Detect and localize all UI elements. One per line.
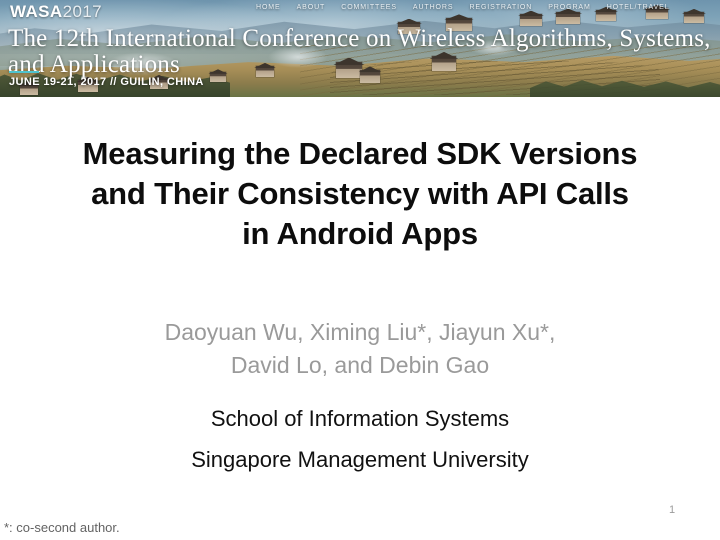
nav-item-hotel-travel[interactable]: HOTEL/TRAVEL bbox=[607, 4, 670, 11]
footnote: *: co-second author. bbox=[4, 520, 120, 535]
affiliation-school: School of Information Systems bbox=[210, 406, 510, 431]
wasa-logo-name: WASA bbox=[10, 2, 63, 21]
affiliation: School of Information Systems Singapore … bbox=[60, 398, 660, 480]
author-line-1: Daoyuan Wu, Ximing Liu*, Jiayun Xu*, bbox=[164, 319, 556, 345]
banner-village-house bbox=[556, 12, 580, 24]
conference-date-location: JUNE 19-21, 2017 // GUILIN, CHINA bbox=[9, 76, 204, 88]
affiliation-university: Singapore Management University bbox=[191, 447, 529, 472]
wasa-logo[interactable]: WASA2017 bbox=[10, 2, 102, 22]
nav-item-home[interactable]: HOME bbox=[256, 4, 281, 11]
conference-title: The 12th International Conference on Wir… bbox=[8, 25, 711, 78]
wasa-logo-year: 2017 bbox=[62, 2, 103, 21]
slide-title-line-3: in Android Apps bbox=[242, 216, 478, 251]
nav-item-authors[interactable]: AUTHORS bbox=[413, 4, 454, 11]
slide-title: Measuring the Declared SDK Versions and … bbox=[30, 134, 690, 254]
banner-village-house bbox=[684, 12, 704, 23]
nav-item-about[interactable]: ABOUT bbox=[297, 4, 326, 11]
slide-title-line-1: Measuring the Declared SDK Versions bbox=[82, 136, 638, 171]
nav-item-committees[interactable]: COMMITTEES bbox=[341, 4, 397, 11]
conference-banner-image: WASA2017 HOME ABOUT COMMITTEES AUTHORS R… bbox=[0, 0, 720, 97]
banner-nav-menu[interactable]: HOME ABOUT COMMITTEES AUTHORS REGISTRATI… bbox=[256, 4, 670, 11]
author-line-2: David Lo, and Debin Gao bbox=[230, 352, 490, 378]
slide-number: 1 bbox=[668, 504, 676, 516]
slide-title-line-2: and Their Consistency with API Calls bbox=[91, 176, 629, 211]
nav-item-registration[interactable]: REGISTRATION bbox=[469, 4, 532, 11]
author-list: Daoyuan Wu, Ximing Liu*, Jiayun Xu*, Dav… bbox=[60, 316, 660, 382]
banner-accent-divider bbox=[9, 71, 39, 73]
presentation-slide: WASA2017 HOME ABOUT COMMITTEES AUTHORS R… bbox=[0, 0, 720, 540]
nav-item-program[interactable]: PROGRAM bbox=[548, 4, 590, 11]
banner-village-house bbox=[596, 10, 616, 21]
